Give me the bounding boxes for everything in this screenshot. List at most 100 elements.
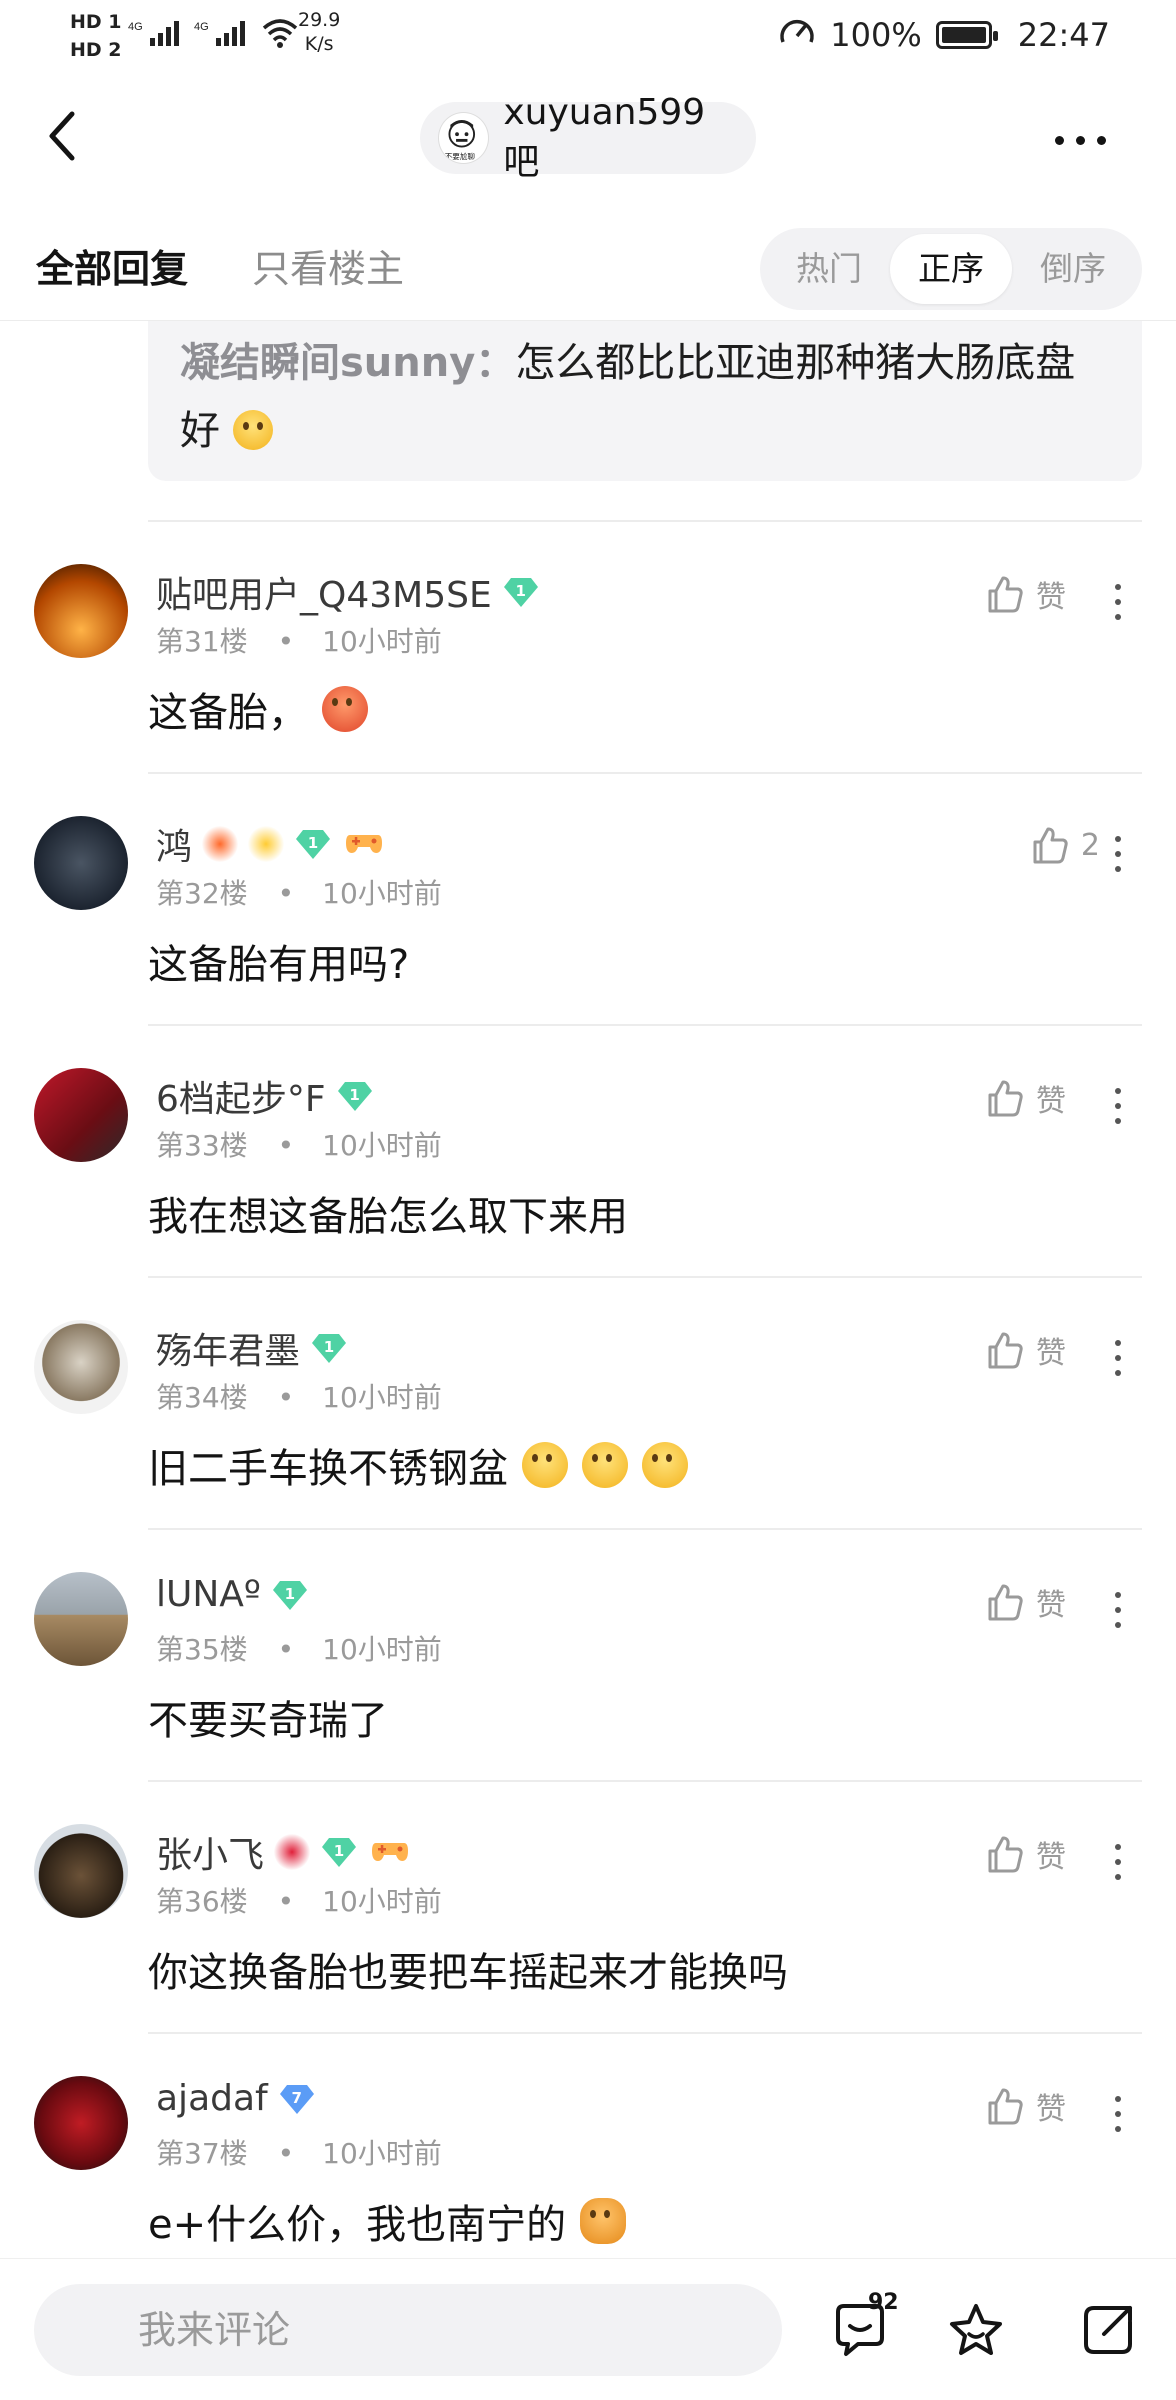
gamepad-icon xyxy=(368,1831,412,1874)
level-number: 1 xyxy=(284,1584,296,1603)
floor-number: 第37楼 xyxy=(156,2137,248,2170)
back-button[interactable] xyxy=(40,100,90,170)
avatar[interactable] xyxy=(34,1320,128,1414)
reply-meta: 第35楼 • 10小时前 xyxy=(156,1628,442,1668)
username[interactable]: 殇年君墨 xyxy=(156,1322,300,1374)
reply-meta: 第37楼 • 10小时前 xyxy=(156,2132,442,2172)
reply-divider xyxy=(148,1780,1142,1782)
reply-content: 旧二手车换不锈钢盆 xyxy=(148,1436,688,1494)
reply-item[interactable]: 鸿 1 第32楼 • 10小时前 这备胎有用吗? 2 xyxy=(0,772,1176,1024)
reply-item[interactable]: 张小飞 1 第36楼 • 10小时前 你这换备胎也要把车摇起来才能换吗 赞 xyxy=(0,1780,1176,2032)
reply-item[interactable]: 殇年君墨 1 第34楼 • 10小时前 旧二手车换不锈钢盆 赞 xyxy=(0,1276,1176,1528)
reply-more-button[interactable] xyxy=(1100,1580,1136,1640)
reply-more-button[interactable] xyxy=(1100,1832,1136,1892)
reply-content: 这备胎， xyxy=(148,680,368,738)
like-button[interactable]: 赞 xyxy=(984,1832,1066,1876)
like-button[interactable]: 赞 xyxy=(984,1580,1066,1624)
forum-avatar: 不要尬聊 xyxy=(438,112,490,164)
more-menu-button[interactable] xyxy=(1044,120,1116,160)
like-button[interactable]: 赞 xyxy=(984,1328,1066,1372)
level-badge: 1 xyxy=(271,1578,309,1612)
avatar[interactable] xyxy=(34,1824,128,1918)
level-badge: 1 xyxy=(294,827,332,861)
like-count: 赞 xyxy=(1036,1588,1066,1623)
level-number: 7 xyxy=(291,2088,302,2107)
level-badge: 1 xyxy=(320,1835,358,1869)
speedometer-icon xyxy=(778,14,816,56)
username[interactable]: 6档起步°F xyxy=(156,1070,326,1122)
signal-indicators: 4G 4G xyxy=(128,18,300,53)
like-button[interactable]: 赞 xyxy=(984,1076,1066,1120)
speed-value: 29.9 xyxy=(298,9,341,31)
username[interactable]: lUNAº xyxy=(156,1574,261,1615)
thumbs-up-icon xyxy=(988,1836,1023,1873)
avatar[interactable] xyxy=(34,2076,128,2170)
username[interactable]: ajadaf xyxy=(156,2078,268,2119)
reply-divider xyxy=(148,1024,1142,1026)
tab-all-replies[interactable]: 全部回复 xyxy=(36,238,188,293)
reply-item[interactable]: 贴吧用户_Q43M5SE 1 第31楼 • 10小时前 这备胎， 赞 xyxy=(0,520,1176,772)
forum-pill[interactable]: 不要尬聊 xuyuan599吧 xyxy=(420,92,756,183)
avatar[interactable] xyxy=(34,1572,128,1666)
like-button[interactable]: 2 xyxy=(1029,824,1100,866)
favorite-button[interactable] xyxy=(944,2298,1008,2362)
avatar[interactable] xyxy=(34,564,128,658)
signal-icon: 4G xyxy=(128,18,182,53)
meta-separator: • xyxy=(277,625,295,658)
name-decoration-icon xyxy=(274,1834,311,1870)
floor-number: 第36楼 xyxy=(156,1885,248,1918)
reply-more-button[interactable] xyxy=(1100,2084,1136,2144)
reply-item[interactable]: lUNAº 1 第35楼 • 10小时前 不要买奇瑞了 赞 xyxy=(0,1528,1176,1780)
tab-host-only[interactable]: 只看楼主 xyxy=(252,238,404,293)
avatar[interactable] xyxy=(34,1068,128,1162)
like-button[interactable]: 赞 xyxy=(984,572,1066,616)
level-badge: 1 xyxy=(502,575,540,609)
sort-descending[interactable]: 倒序 xyxy=(1012,234,1134,304)
username[interactable]: 鸿 xyxy=(156,818,192,870)
reply-divider xyxy=(148,1276,1142,1278)
meta-separator: • xyxy=(277,877,295,910)
forum-avatar-image: 不要尬聊 xyxy=(445,119,476,161)
clock: 22:47 xyxy=(1017,16,1110,54)
level-number: 1 xyxy=(515,582,526,600)
sort-ascending[interactable]: 正序 xyxy=(890,234,1012,304)
reply-divider xyxy=(148,1528,1142,1530)
comment-input[interactable]: 我来评论 xyxy=(34,2284,782,2376)
username[interactable]: 张小飞 xyxy=(156,1826,264,1878)
floor-number: 第31楼 xyxy=(156,625,248,658)
floor-number: 第35楼 xyxy=(156,1633,248,1666)
floor-number: 第34楼 xyxy=(156,1381,248,1414)
username-row: ajadaf 7 xyxy=(156,2078,316,2119)
avatar[interactable] xyxy=(34,816,128,910)
thumbs-up-icon xyxy=(988,1584,1023,1621)
reply-more-button[interactable] xyxy=(1100,1328,1136,1388)
svg-text:不要尬聊: 不要尬聊 xyxy=(445,151,476,161)
reply-item[interactable]: 6档起步°F 1 第33楼 • 10小时前 我在想这备胎怎么取下来用 赞 xyxy=(0,1024,1176,1276)
reply-time: 10小时前 xyxy=(322,877,442,910)
like-count: 赞 xyxy=(1036,1084,1066,1119)
reply-more-button[interactable] xyxy=(1100,824,1136,884)
sim2-label: HD 2 xyxy=(70,39,122,61)
quote-author[interactable]: 凝结瞬间sunny： xyxy=(180,340,515,386)
username-row: 张小飞 1 xyxy=(156,1826,412,1878)
sim-indicators: HD 1 HD 2 xyxy=(70,8,122,64)
chevron-left-icon xyxy=(49,111,75,161)
battery-percent: 100% xyxy=(830,16,922,54)
like-button[interactable]: 赞 xyxy=(984,2084,1066,2128)
reply-content: 你这换备胎也要把车摇起来才能换吗 xyxy=(148,1940,788,1998)
sort-hot[interactable]: 热门 xyxy=(768,234,890,304)
username[interactable]: 贴吧用户_Q43M5SE xyxy=(156,566,492,618)
reply-more-button[interactable] xyxy=(1100,1076,1136,1136)
quoted-reply[interactable]: 凝结瞬间sunny：怎么都比比亚迪那种猪大肠底盘好 xyxy=(148,321,1142,481)
share-button[interactable] xyxy=(1076,2298,1140,2362)
level-number: 1 xyxy=(307,834,319,852)
reply-item[interactable]: ajadaf 7 第37楼 • 10小时前 e+什么价，我也南宁的 赞 xyxy=(0,2032,1176,2284)
reply-more-button[interactable] xyxy=(1100,572,1136,632)
wifi-icon xyxy=(260,18,300,53)
comment-count: 92 xyxy=(868,2290,899,2315)
plead-emoji-icon xyxy=(522,1442,568,1488)
smile-emoji-icon xyxy=(232,410,273,450)
meta-separator: • xyxy=(277,1885,295,1918)
meta-separator: • xyxy=(277,1381,295,1414)
name-decoration-icon xyxy=(248,826,285,862)
